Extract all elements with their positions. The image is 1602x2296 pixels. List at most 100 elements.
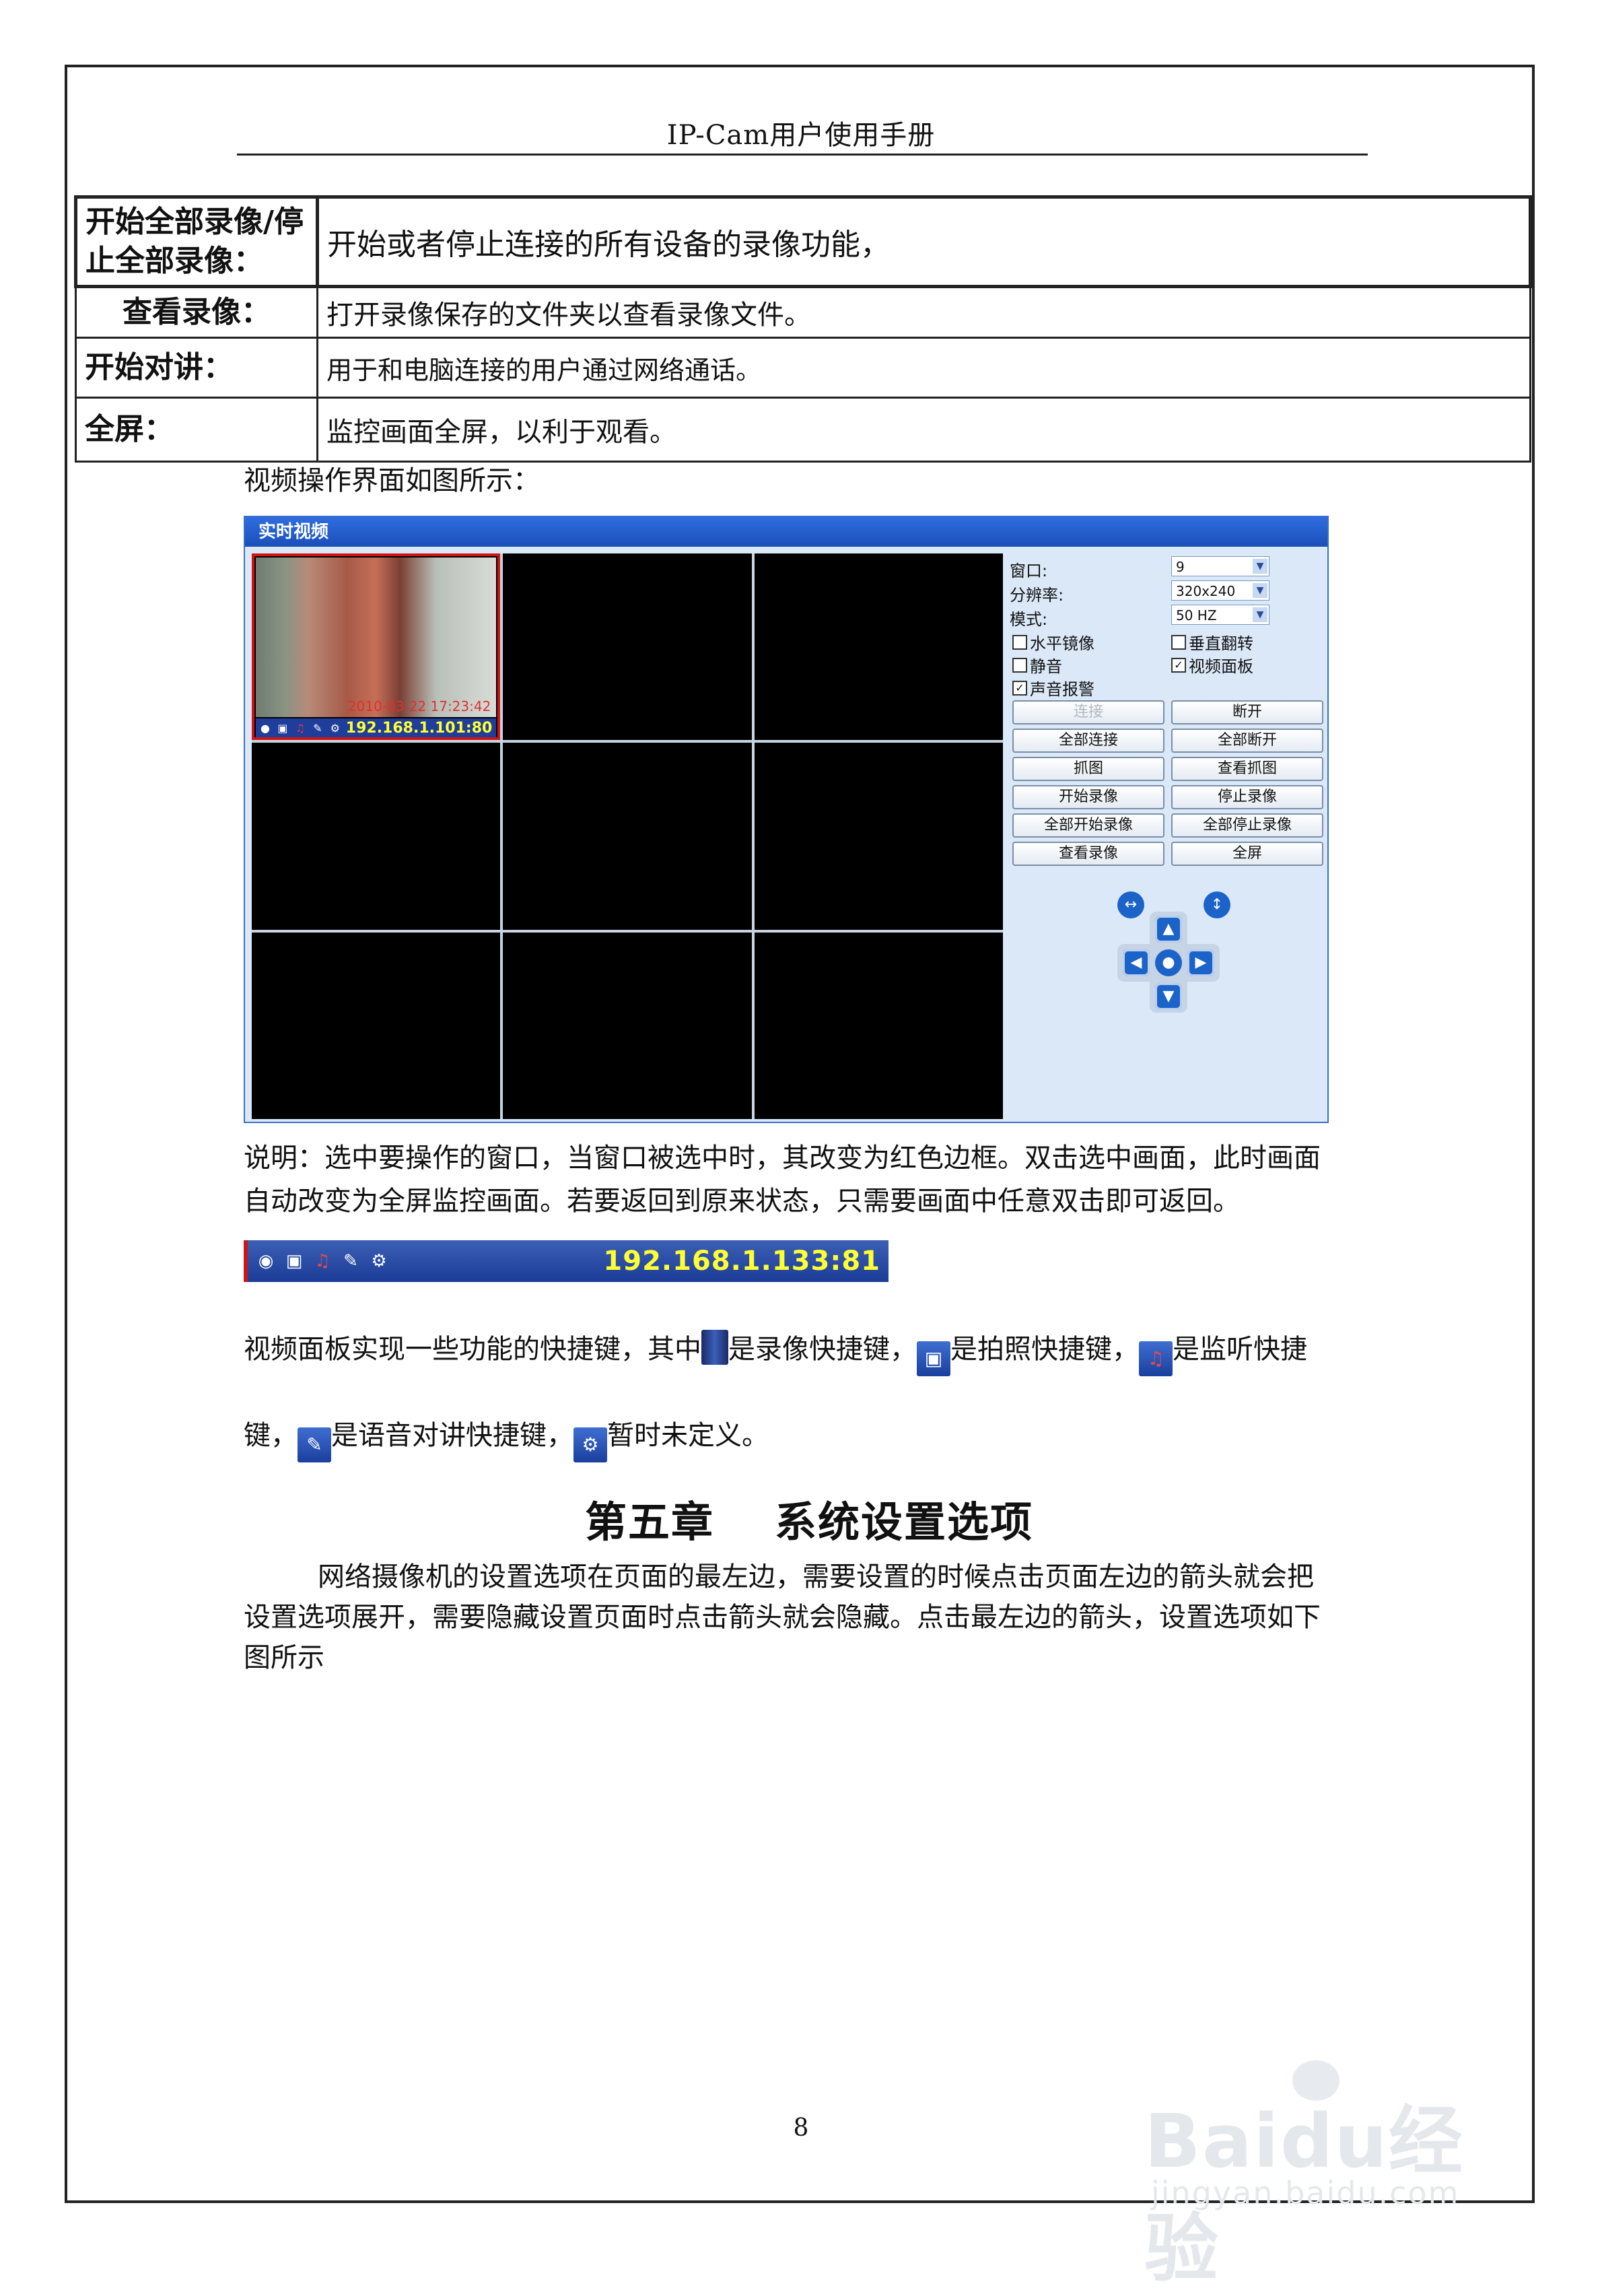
- view-snapshots-button[interactable]: 查看抓图: [1171, 757, 1323, 781]
- video-cell[interactable]: [252, 743, 501, 930]
- header-rule: [237, 154, 1368, 156]
- connect-button[interactable]: 连接: [1012, 700, 1164, 724]
- checkbox-video-panel[interactable]: ✓ 视频面板: [1171, 653, 1253, 677]
- chevron-down-icon: ▼: [1253, 583, 1267, 598]
- mode-select[interactable]: 50 HZ ▼: [1171, 605, 1269, 625]
- field-resolution-label: 分辨率:: [1010, 586, 1064, 605]
- table-row: 开始对讲： 用于和电脑连接的用户通过网络通话。: [75, 337, 1531, 399]
- checkbox-mute[interactable]: 静音: [1012, 653, 1062, 677]
- connect-all-button[interactable]: 全部连接: [1012, 729, 1164, 753]
- camera-icon[interactable]: ▣: [283, 1250, 306, 1273]
- listen-icon: ♫: [1139, 1341, 1173, 1376]
- watermark: Baidu经验 jingyan.baidu.com: [1138, 2060, 1528, 2292]
- video-cell-selected[interactable]: 2010-03-22 17:23:42 ● ▣ ♫ ✎ ⚙ 192.168.1.…: [252, 553, 501, 741]
- shortcut-text: 是监听快捷: [1173, 1334, 1307, 1365]
- function-table: 开始全部录像/停止全部录像： 开始或者停止连接的所有设备的录像功能， 查看录像：…: [74, 195, 1532, 463]
- window-count-value: 9: [1176, 559, 1185, 575]
- chapter-number: 第五章: [584, 1497, 714, 1547]
- disconnect-button[interactable]: 断开: [1171, 700, 1323, 724]
- camera-feed: 2010-03-22 17:23:42: [256, 558, 497, 718]
- settings-icon[interactable]: ⚙: [368, 1250, 390, 1273]
- toolbar-ip: 192.168.1.133:81: [603, 1246, 880, 1277]
- talk-icon[interactable]: ✎: [311, 720, 324, 735]
- table-value: 开始或者停止连接的所有设备的录像功能，: [316, 195, 1532, 288]
- table-row: 开始全部录像/停止全部录像： 开始或者停止连接的所有设备的录像功能，: [74, 195, 1532, 288]
- checkbox-label: 水平镜像: [1030, 634, 1094, 653]
- horizontal-cruise-icon[interactable]: ↔: [1117, 891, 1144, 918]
- checkbox-box[interactable]: [1012, 634, 1027, 650]
- shortcut-text: 是拍照快捷键，: [950, 1334, 1139, 1365]
- stop-record-button[interactable]: 停止录像: [1171, 785, 1323, 809]
- video-cell[interactable]: [754, 743, 1003, 930]
- table-value: 监控画面全屏，以利于观看。: [316, 397, 1531, 463]
- note-line: 自动改变为全屏监控画面。若要返回到原来状态，只需要画面中任意双击即可返回。: [244, 1186, 1240, 1217]
- arrow-down-icon[interactable]: ▼: [1155, 983, 1182, 1010]
- video-cell[interactable]: [252, 932, 501, 1119]
- video-cell[interactable]: [503, 743, 752, 930]
- field-mode-label: 模式:: [1010, 610, 1048, 629]
- camera-icon: ▣: [917, 1341, 950, 1376]
- listen-icon[interactable]: ♫: [311, 1250, 334, 1273]
- camera-toolbar: ● ▣ ♫ ✎ ⚙ 192.168.1.101:80: [256, 718, 497, 738]
- body-line: 设置选项展开，需要隐藏设置页面时点击箭头就会隐藏。点击最左边的箭头，设置选项如下: [244, 1602, 1321, 1633]
- window-title: 实时视频: [245, 517, 1327, 547]
- chapter-heading: 第五章 系统设置选项: [244, 1488, 1374, 1549]
- checkbox-horizontal-mirror[interactable]: 水平镜像: [1012, 630, 1094, 654]
- checkbox-box-checked[interactable]: ✓: [1012, 680, 1027, 696]
- shortcut-text: 视频面板实现一些功能的快捷键，其中: [244, 1334, 701, 1365]
- vertical-cruise-icon[interactable]: ↕: [1204, 891, 1230, 918]
- talk-icon[interactable]: ✎: [339, 1250, 362, 1273]
- chevron-down-icon: ▼: [1253, 607, 1267, 622]
- checkbox-label: 静音: [1030, 657, 1062, 676]
- toolbar-icons: ◉ ▣ ♫ ✎ ⚙: [254, 1250, 390, 1273]
- control-panel: 窗口: 9 ▼ 分辨率: 320x240 ▼ 模式: 50 HZ ▼ 水平镜像 垂直翻…: [1010, 555, 1323, 1120]
- record-icon: [701, 1330, 728, 1365]
- settings-icon[interactable]: ⚙: [328, 720, 342, 735]
- arrow-up-icon[interactable]: ▲: [1155, 916, 1182, 943]
- stop-all-record-button[interactable]: 全部停止录像: [1171, 813, 1323, 838]
- view-records-button[interactable]: 查看录像: [1012, 842, 1164, 866]
- camera-timestamp: 2010-03-22 17:23:42: [347, 698, 491, 715]
- body-line: 图所示: [244, 1642, 324, 1673]
- disconnect-all-button[interactable]: 全部断开: [1171, 729, 1323, 753]
- table-value: 用于和电脑连接的用户通过网络通话。: [316, 337, 1531, 399]
- body-line: 网络摄像机的设置选项在页面的最左边，需要设置的时候点击页面左边的箭头就会把: [318, 1561, 1314, 1592]
- start-all-record-button[interactable]: 全部开始录像: [1012, 813, 1164, 838]
- video-cell[interactable]: [503, 553, 752, 741]
- table-row: 查看录像： 打开录像保存的文件夹以查看录像文件。: [75, 285, 1531, 339]
- checkbox-label: 声音报警: [1030, 680, 1094, 699]
- listen-icon[interactable]: ♫: [293, 720, 307, 735]
- table-key: 全屏：: [75, 397, 318, 463]
- video-cell[interactable]: [754, 553, 1003, 741]
- checkbox-label: 视频面板: [1189, 657, 1253, 676]
- table-row: 全屏： 监控画面全屏，以利于观看。: [75, 397, 1531, 463]
- start-record-button[interactable]: 开始录像: [1012, 785, 1164, 809]
- header-title: IP-Cam用户使用手册: [666, 120, 936, 151]
- snapshot-button[interactable]: 抓图: [1012, 757, 1164, 781]
- window-count-select[interactable]: 9 ▼: [1171, 556, 1269, 576]
- video-cell[interactable]: [503, 932, 752, 1119]
- arrow-right-icon[interactable]: ▶: [1187, 949, 1214, 976]
- checkbox-sound-alarm[interactable]: ✓ 声音报警: [1012, 676, 1094, 700]
- arrow-left-icon[interactable]: ◀: [1123, 949, 1150, 976]
- camera-icon[interactable]: ▣: [276, 720, 289, 735]
- record-icon[interactable]: ●: [258, 720, 272, 735]
- shortcut-text: 暂时未定义。: [607, 1420, 769, 1451]
- table-key: 查看录像：: [75, 285, 318, 339]
- table-key: 开始对讲：: [75, 337, 318, 399]
- fullscreen-button[interactable]: 全屏: [1171, 842, 1323, 866]
- checkbox-box[interactable]: [1012, 657, 1027, 673]
- ptz-center-icon[interactable]: ●: [1155, 949, 1182, 976]
- video-window: 实时视频 2010-03-22 17:23:42 ● ▣ ♫ ✎ ⚙ 192.1…: [244, 516, 1329, 1123]
- watermark-sub: jingyan.baidu.com: [1151, 2175, 1460, 2211]
- chevron-down-icon: ▼: [1253, 559, 1267, 574]
- checkbox-label: 垂直翻转: [1189, 634, 1253, 653]
- checkbox-box-checked[interactable]: ✓: [1171, 657, 1186, 673]
- note-line: 说明：选中要操作的窗口，当窗口被选中时，其改变为红色边框。双击选中画面，此时画面: [244, 1143, 1321, 1174]
- checkbox-box[interactable]: [1171, 634, 1186, 650]
- video-cell[interactable]: [754, 932, 1003, 1119]
- checkbox-vertical-flip[interactable]: 垂直翻转: [1171, 630, 1253, 654]
- record-icon[interactable]: ◉: [254, 1250, 277, 1273]
- talk-icon: ✎: [298, 1427, 331, 1462]
- resolution-select[interactable]: 320x240 ▼: [1171, 580, 1269, 601]
